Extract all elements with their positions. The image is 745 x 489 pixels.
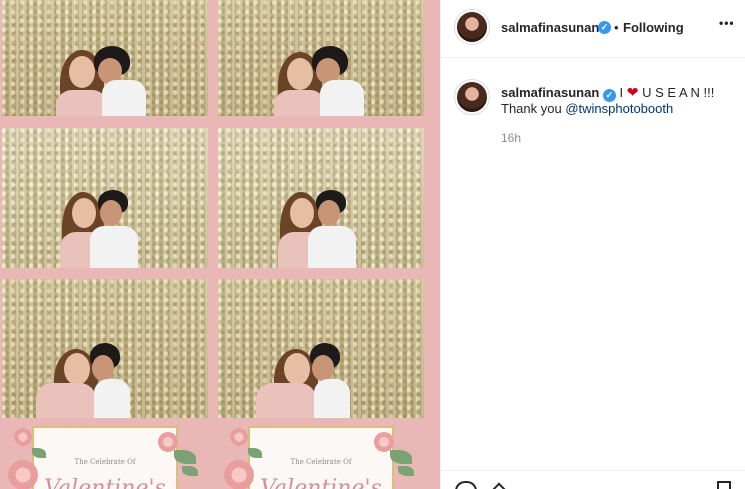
boy-shirt [94, 379, 130, 418]
leaf-decoration [398, 466, 414, 476]
card-script-title: Valentine's [260, 476, 382, 489]
girl-face [72, 198, 96, 228]
photo-frame [2, 279, 208, 418]
caption-text-end: U S E A N !!! [642, 85, 715, 100]
post-panel: salmafinasunan ✓ • Following ••• salmafi… [440, 0, 745, 489]
post-caption: salmafinasunan ✓ I ❤ U S E A N !!! Thank… [501, 84, 741, 117]
boy-shirt [102, 80, 146, 116]
rose-decoration [230, 428, 248, 446]
card-caption: The Celebrate Of [74, 458, 136, 466]
boy-face [318, 200, 340, 226]
heart-emoji: ❤ [626, 84, 639, 100]
mention-link[interactable]: @twinsphotobooth [565, 101, 673, 116]
card-frame: The Celebrate Of Valentine's [32, 426, 178, 489]
boy-shirt [320, 80, 364, 116]
following-button[interactable]: Following [623, 20, 684, 35]
bookmark-icon[interactable] [717, 481, 731, 489]
author-avatar[interactable] [455, 10, 489, 44]
caption-username[interactable]: salmafinasunan [501, 85, 599, 100]
verified-icon: ✓ [598, 21, 611, 34]
caption-thanks: Thank you [501, 101, 562, 116]
rose-decoration [14, 428, 32, 446]
rose-decoration [224, 460, 254, 489]
boy-face [312, 355, 334, 381]
girl-face [287, 58, 313, 90]
boy-shirt [90, 226, 138, 268]
header-username[interactable]: salmafinasunan [501, 20, 599, 35]
celebration-card: The Celebrate Of Valentine's [2, 420, 208, 489]
girl-top [56, 90, 108, 116]
girl-face [64, 353, 90, 385]
verified-icon: ✓ [602, 89, 616, 102]
card-frame: The Celebrate Of Valentine's [248, 426, 394, 489]
caption-text-start: I [619, 85, 624, 100]
more-options-icon[interactable]: ••• [719, 16, 735, 30]
girl-top [36, 383, 96, 418]
action-bar [441, 470, 745, 489]
boy-shirt [314, 379, 350, 418]
header-separator: • [614, 20, 619, 35]
share-icon[interactable] [490, 482, 508, 489]
leaf-decoration [32, 448, 46, 458]
caption-avatar[interactable] [455, 80, 489, 114]
rose-decoration [8, 460, 38, 489]
like-icon[interactable] [455, 481, 477, 489]
boy-shirt [308, 226, 356, 268]
girl-top [274, 90, 326, 116]
girl-face [284, 353, 310, 385]
girl-top [256, 383, 316, 418]
leaf-decoration [182, 466, 198, 476]
photo-frame [2, 128, 208, 268]
card-script-title: Valentine's [44, 476, 166, 489]
post-media[interactable]: The Celebrate Of Valentine's The Celebra… [0, 0, 440, 489]
photo-frame [218, 0, 424, 116]
post-header: salmafinasunan ✓ • Following ••• [441, 0, 745, 58]
post-timestamp[interactable]: 16h [501, 131, 521, 145]
photo-frame [218, 279, 424, 418]
boy-face [92, 355, 114, 381]
leaf-decoration [248, 448, 262, 458]
card-caption: The Celebrate Of [290, 458, 352, 466]
rose-decoration [374, 432, 394, 452]
girl-face [69, 56, 95, 88]
girl-face [290, 198, 314, 228]
celebration-card: The Celebrate Of Valentine's [218, 420, 424, 489]
rose-decoration [158, 432, 178, 452]
boy-face [100, 200, 122, 226]
photo-frame [218, 128, 424, 268]
photo-frame [2, 0, 208, 116]
